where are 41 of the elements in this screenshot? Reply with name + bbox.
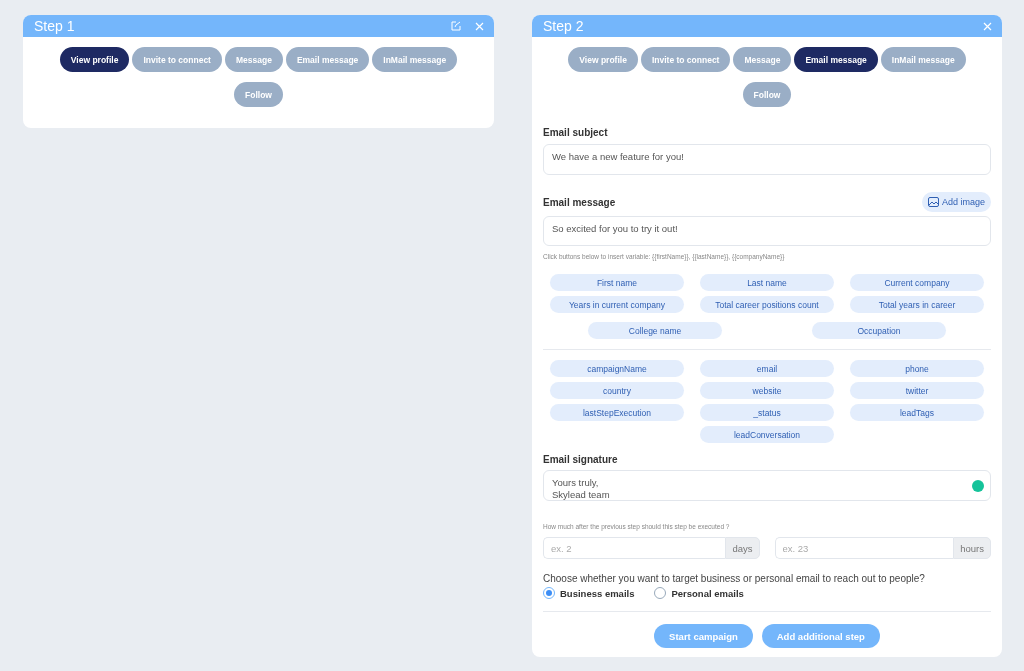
variable-chip[interactable]: Occupation (812, 322, 946, 339)
image-icon (927, 197, 939, 207)
variable-chip[interactable]: First name (550, 274, 684, 291)
signature-field[interactable]: Yours truly, Skylead team (543, 470, 991, 501)
field-label: Email message (543, 196, 616, 208)
action-tab[interactable]: Email message (794, 47, 878, 72)
variable-chip[interactable]: website (700, 382, 834, 399)
variable-chip[interactable]: Years in current company (550, 296, 684, 313)
step-title: Step 1 (34, 18, 76, 34)
delay-input[interactable]: ex. 2 (543, 537, 726, 559)
variable-chip[interactable]: twitter (850, 382, 984, 399)
variable-chip[interactable]: leadConversation (700, 426, 834, 443)
variable-chip[interactable]: phone (850, 360, 984, 377)
field-label: Email subject (543, 127, 609, 138)
variable-chip[interactable]: _status (700, 404, 834, 421)
step-title: Step 2 (543, 18, 585, 34)
variable-chip[interactable]: Total career positions count (700, 296, 834, 313)
grammar-icon (972, 480, 984, 492)
variable-chip[interactable]: Last name (700, 274, 834, 291)
close-icon[interactable] (475, 21, 484, 31)
add-image-button[interactable]: Add image (921, 192, 991, 212)
close-icon[interactable] (983, 21, 992, 31)
target-question: Choose whether you want to target business or personal email to reach out to people? (543, 573, 926, 584)
unit-label: days (725, 537, 760, 559)
variable-chip[interactable]: country (550, 382, 684, 399)
field-label: Email signature (543, 454, 619, 465)
message-field[interactable]: So excited for you to try it out! (543, 216, 991, 246)
unit-label: hours (953, 537, 991, 559)
delay-input[interactable]: ex. 23 (774, 537, 954, 559)
radio-option[interactable]: Personal emails (654, 587, 744, 599)
edit-icon[interactable] (451, 21, 461, 31)
variable-chip[interactable]: email (700, 360, 834, 377)
subject-field[interactable]: We have a new feature for you! (543, 144, 991, 175)
variable-chip[interactable]: campaignName (550, 360, 684, 377)
variable-chip[interactable]: Current company (850, 274, 984, 291)
variable-chip[interactable]: Total years in career (850, 296, 984, 313)
action-tab[interactable]: View profile (59, 47, 130, 72)
variable-chip[interactable]: lastStepExecution (550, 404, 684, 421)
radio-option[interactable]: Business emails (543, 587, 635, 599)
variable-chip[interactable]: leadTags (850, 404, 984, 421)
variable-chip[interactable]: College name (588, 322, 722, 339)
